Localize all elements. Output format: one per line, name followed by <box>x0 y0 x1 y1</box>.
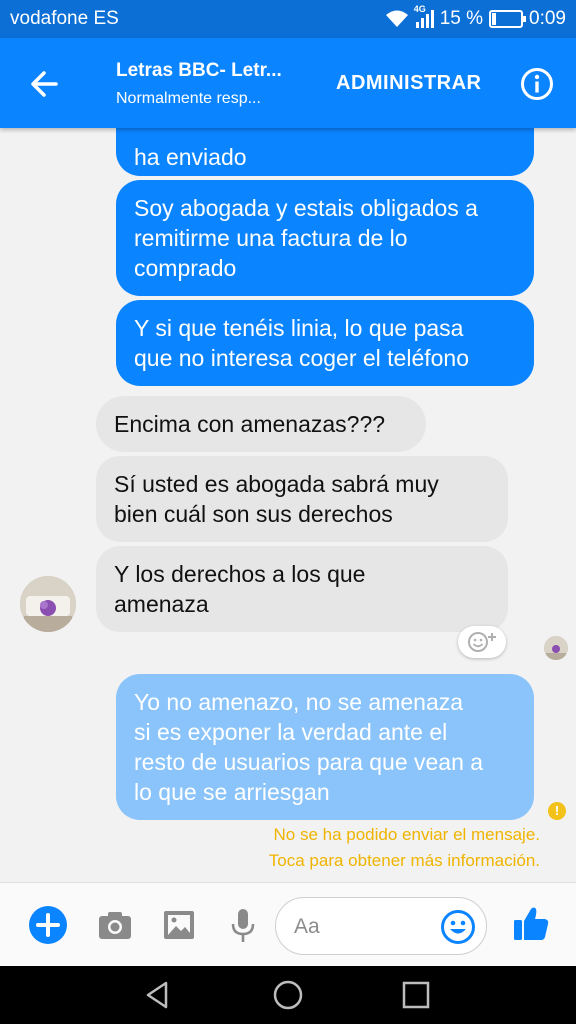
battery-level-fill <box>492 13 497 25</box>
seen-avatar-image <box>544 636 568 660</box>
exclamation-icon[interactable]: ! <box>548 802 566 820</box>
message-line: Encima con amenazas??? <box>114 411 386 437</box>
message-bubble-failed[interactable]: Yo no amenazo, no se amenaza si es expon… <box>116 674 534 820</box>
message-line: que no interesa coger el teléfono <box>134 345 470 371</box>
image-icon[interactable] <box>159 905 199 945</box>
signal-icon: 4G <box>414 4 434 28</box>
message-line: lo que se arriesgan <box>134 779 330 805</box>
thumbs-up-icon[interactable] <box>511 903 551 943</box>
status-indicators: 4G 15 % 0:09 <box>384 4 566 30</box>
message-bubble-incoming[interactable]: Sí usted es abogada sabrá muy bien cuál … <box>96 456 508 542</box>
home-circle-icon[interactable] <box>272 979 304 1011</box>
battery-percent: 15 % <box>439 8 484 29</box>
response-time-subtitle: Normalmente resp... <box>116 90 261 107</box>
message-bubble-incoming[interactable]: Encima con amenazas??? <box>96 396 426 452</box>
status-bar: vodafone ES 4G 15 % 0:09 <box>0 0 576 38</box>
message-line: resto de usuarios para que vean a <box>134 749 484 775</box>
info-icon[interactable] <box>520 67 554 101</box>
android-navigation-bar <box>0 966 576 1024</box>
message-line: ha enviado <box>134 144 247 170</box>
message-line: Y los derechos a los que <box>114 561 366 587</box>
message-line: Yo no amenazo, no se amenaza <box>134 689 464 715</box>
message-composer <box>0 882 576 966</box>
emoji-icon[interactable] <box>440 909 476 945</box>
message-bubble-outgoing[interactable]: ha enviado <box>116 128 534 176</box>
message-line: si es exponer la verdad ante el <box>134 719 448 745</box>
back-triangle-icon[interactable] <box>142 979 174 1011</box>
carrier-name: vodafone ES <box>10 8 119 29</box>
battery-icon <box>489 10 527 28</box>
add-reaction-button[interactable] <box>458 626 506 658</box>
plus-icon[interactable] <box>28 905 68 945</box>
contact-avatar[interactable] <box>20 576 76 632</box>
administrar-button[interactable]: ADMINISTRAR <box>336 72 482 95</box>
network-type-label: 4G <box>413 4 426 14</box>
wifi-icon <box>385 10 408 27</box>
message-bubble-incoming[interactable]: Y los derechos a los que amenaza <box>96 546 508 632</box>
message-bubble-outgoing[interactable]: Soy abogada y estais obligados a remitir… <box>116 180 534 296</box>
message-input-wrapper <box>275 897 487 955</box>
send-failed-message[interactable]: No se ha podido enviar el mensaje. <box>274 825 541 845</box>
message-line: comprado <box>134 255 237 281</box>
clock: 0:09 <box>529 8 566 29</box>
message-bubble-outgoing[interactable]: Y si que tenéis linia, lo que pasa que n… <box>116 300 534 386</box>
microphone-icon[interactable] <box>223 905 263 945</box>
back-arrow-icon[interactable] <box>20 60 68 108</box>
message-input[interactable] <box>294 912 434 942</box>
message-line: Y si que tenéis linia, lo que pasa <box>134 315 464 341</box>
conversation-title[interactable]: Letras BBC- Letr... <box>116 60 296 82</box>
message-line: Soy abogada y estais obligados a <box>134 195 478 221</box>
seen-by-avatar <box>544 636 568 660</box>
message-line: amenaza <box>114 591 209 617</box>
message-list[interactable]: ha enviado Soy abogada y estais obligado… <box>0 128 576 882</box>
conversation-header: Letras BBC- Letr... Normalmente resp... … <box>0 38 576 128</box>
tap-for-info-message[interactable]: Toca para obtener más información. <box>269 851 540 871</box>
avatar-image <box>20 576 76 632</box>
message-line: bien cuál son sus derechos <box>114 501 393 527</box>
smiley-plus-icon <box>468 632 496 652</box>
message-line: Sí usted es abogada sabrá muy <box>114 471 439 497</box>
message-line: remitirme una factura de lo <box>134 225 408 251</box>
recent-apps-square-icon[interactable] <box>400 979 432 1011</box>
camera-icon[interactable] <box>95 905 135 945</box>
cut-off-line <box>134 128 516 142</box>
